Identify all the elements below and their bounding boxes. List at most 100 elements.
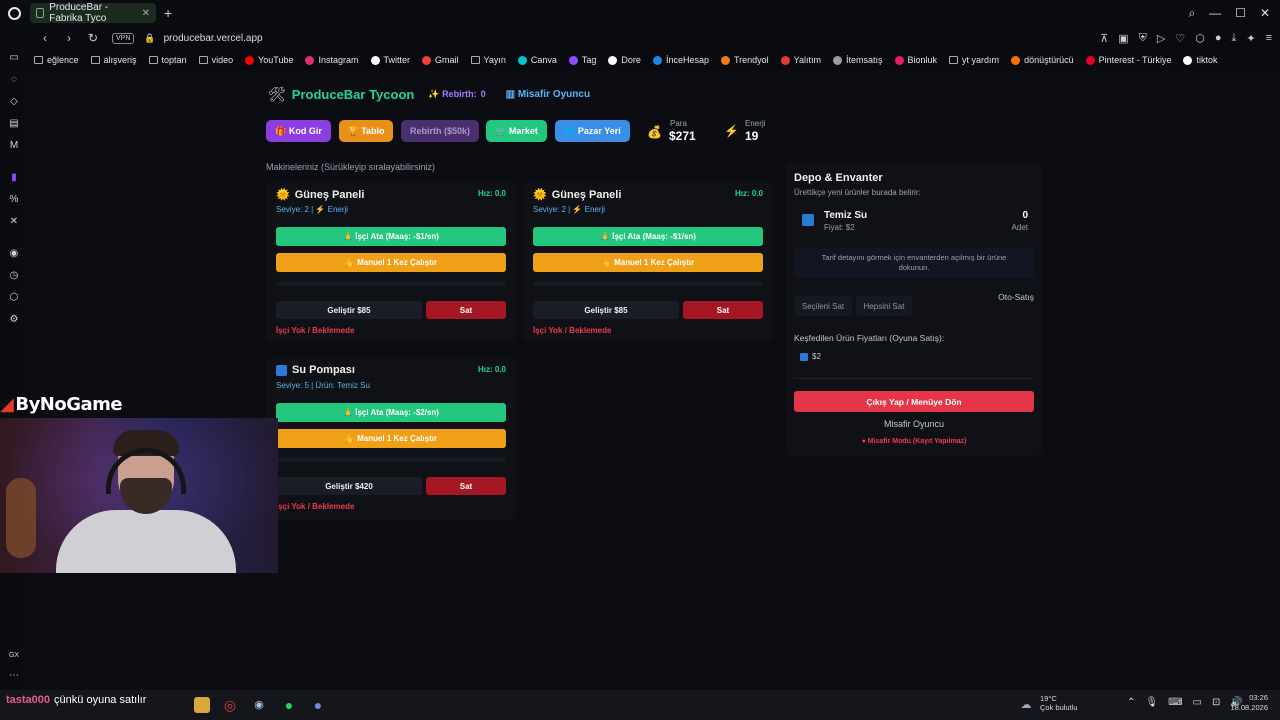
messenger-icon[interactable]: M bbox=[8, 140, 20, 152]
network-icon[interactable]: ⊡ bbox=[1212, 697, 1220, 708]
download-icon[interactable]: ⤓ bbox=[1231, 32, 1236, 45]
assign-worker-button[interactable]: 🙏 İşçi Ata (Maaş: -$1/sn) bbox=[276, 227, 506, 246]
inventory-item[interactable]: Temiz Su Fiyat: $2 0 Adet bbox=[794, 204, 1034, 238]
machine-card[interactable]: Su Pompası Hız: 0.0 Seviye: 5 | Ürün: Te… bbox=[266, 358, 516, 520]
bookmark-item[interactable]: Canva bbox=[517, 55, 557, 65]
code-button[interactable]: 🎁 Kod Gir bbox=[266, 120, 331, 142]
assign-worker-button[interactable]: 🙏 İşçi Ata (Maaş: -$1/sn) bbox=[533, 227, 763, 246]
manual-run-button[interactable]: 👆 Manuel 1 Kez Çalıştır bbox=[276, 253, 506, 272]
bookmark-item[interactable]: YouTube bbox=[245, 55, 293, 65]
bookmark-item[interactable]: Pinterest - Türkiye bbox=[1085, 55, 1171, 65]
water-pump-icon bbox=[276, 364, 287, 376]
extensions-icon[interactable]: ⬡ bbox=[1195, 32, 1205, 45]
bookmark-item[interactable]: Yayın bbox=[470, 55, 506, 65]
inventory-item-count: 0 bbox=[1022, 210, 1028, 221]
bookmark-item[interactable]: Twitter bbox=[370, 55, 410, 65]
bookmark-item[interactable]: Tag bbox=[568, 55, 596, 65]
bookmark-item[interactable]: alışveriş bbox=[90, 55, 137, 65]
file-explorer-icon[interactable] bbox=[194, 697, 210, 713]
shield-icon[interactable]: ⛨ bbox=[1139, 32, 1147, 45]
new-tab-button[interactable]: + bbox=[164, 5, 172, 21]
more-icon[interactable]: ⋯ bbox=[8, 670, 20, 682]
wallet-icon[interactable]: ▤ bbox=[8, 118, 20, 130]
bookmark-item[interactable]: toptan bbox=[148, 55, 187, 65]
microphone-icon[interactable]: 🎙 bbox=[1145, 697, 1158, 708]
steam-icon[interactable]: ◉ bbox=[251, 697, 267, 713]
bookmark-item[interactable]: Yalıtım bbox=[780, 55, 821, 65]
heart-icon[interactable]: ♡ bbox=[1175, 32, 1185, 45]
sell-button[interactable]: Sat bbox=[426, 477, 506, 495]
market-button[interactable]: 🛒 Market bbox=[486, 120, 547, 142]
player-icon[interactable]: ◉ bbox=[8, 248, 20, 260]
bookmark-item[interactable]: İtemsatış bbox=[833, 55, 883, 65]
upgrade-button[interactable]: Geliştir $420 bbox=[276, 477, 422, 495]
tray-chevron-icon[interactable]: ⌃ bbox=[1127, 697, 1135, 708]
manual-run-button[interactable]: 👆 Manuel 1 Kez Çalıştır bbox=[276, 429, 506, 448]
bookmark-label: İtemsatış bbox=[846, 55, 883, 65]
search-icon[interactable]: ⌕ bbox=[1188, 6, 1195, 21]
maximize-button[interactable]: ☐ bbox=[1235, 6, 1246, 21]
url-field[interactable]: producebar.vercel.app bbox=[164, 33, 263, 44]
history-icon[interactable]: ◷ bbox=[8, 270, 20, 282]
reload-icon[interactable]: ↻ bbox=[86, 31, 100, 45]
lock-icon[interactable]: 🔒 bbox=[144, 33, 155, 44]
sell-button[interactable]: Sat bbox=[683, 301, 763, 319]
bookmark-item[interactable]: Bionluk bbox=[894, 55, 937, 65]
auto-sell-toggle[interactable]: Oto-Satış bbox=[998, 292, 1034, 302]
sell-selected-button[interactable]: Seçileni Sat bbox=[794, 296, 852, 316]
machine-card[interactable]: 🌞 Güneş Paneli Hız: 0.0 Seviye: 2 | ⚡ Ene… bbox=[523, 182, 773, 342]
machines-label: Makineleriniz (Sürükleyip sıralayabilirs… bbox=[266, 162, 436, 172]
pin-icon[interactable]: ⊼ bbox=[1100, 32, 1108, 45]
bookmark-item[interactable]: Gmail bbox=[422, 55, 459, 65]
chat-icon[interactable]: ▭ bbox=[8, 52, 20, 64]
manual-run-button[interactable]: 👆 Manuel 1 Kez Çalıştır bbox=[533, 253, 763, 272]
bookmark-item[interactable]: tiktok bbox=[1183, 55, 1217, 65]
rebirth-button[interactable]: Rebirth ($50k) bbox=[401, 120, 479, 142]
percent-icon[interactable]: % bbox=[8, 194, 20, 206]
cube-icon[interactable]: ◇ bbox=[8, 96, 20, 108]
display-icon[interactable]: ▭ bbox=[1193, 697, 1202, 708]
minimize-button[interactable]: — bbox=[1209, 6, 1221, 21]
bookmark-item[interactable]: İnceHesap bbox=[652, 55, 709, 65]
spotify-icon[interactable]: ● bbox=[281, 697, 297, 713]
discord-icon[interactable]: ● bbox=[310, 697, 326, 713]
ai-icon[interactable]: ✦ bbox=[1246, 32, 1255, 45]
opera-logo-icon[interactable] bbox=[0, 0, 28, 26]
bookmark-item[interactable]: eğlence bbox=[34, 55, 79, 65]
vpn-badge[interactable]: VPN bbox=[112, 32, 135, 44]
forward-icon[interactable]: › bbox=[62, 31, 76, 45]
settings-icon[interactable]: ⚙ bbox=[8, 314, 20, 326]
close-window-button[interactable]: ✕ bbox=[1260, 6, 1270, 21]
bookmark-item[interactable]: Dore bbox=[608, 55, 641, 65]
profile-icon[interactable]: ● bbox=[1215, 32, 1222, 45]
logout-button[interactable]: Çıkış Yap / Menüye Dön bbox=[794, 391, 1034, 412]
aria-icon[interactable]: ◌ bbox=[8, 74, 20, 86]
system-clock[interactable]: 03:26 18.08.2026 bbox=[1228, 693, 1268, 713]
upgrade-button[interactable]: Geliştir $85 bbox=[276, 301, 422, 319]
menu-icon[interactable]: ≡ bbox=[1266, 32, 1272, 45]
bookmark-item[interactable]: dönüştürücü bbox=[1011, 55, 1074, 65]
weather-widget[interactable]: 19°C Çok bulutlu bbox=[1040, 694, 1078, 713]
twitch-icon[interactable]: ▮ bbox=[8, 172, 20, 184]
machine-card[interactable]: 🌞 Güneş Paneli Hız: 0.0 Seviye: 2 | ⚡ Ene… bbox=[266, 182, 516, 342]
sell-button[interactable]: Sat bbox=[426, 301, 506, 319]
sell-all-button[interactable]: Hepsini Sat bbox=[856, 296, 912, 316]
play-icon[interactable]: ▷ bbox=[1157, 32, 1165, 45]
assign-worker-button[interactable]: 🙏 İşçi Ata (Maaş: -$2/sn) bbox=[276, 403, 506, 422]
gx-icon[interactable]: GX bbox=[8, 650, 20, 662]
bookmark-item[interactable]: video bbox=[198, 55, 233, 65]
browser-tab[interactable]: ProduceBar - Fabrika Tyco ✕ bbox=[30, 2, 156, 24]
snapshot-icon[interactable]: ▣ bbox=[1118, 32, 1128, 45]
bookmark-item[interactable]: Instagram bbox=[305, 55, 359, 65]
back-icon[interactable]: ‹ bbox=[38, 31, 52, 45]
upgrade-button[interactable]: Geliştir $85 bbox=[533, 301, 679, 319]
table-button[interactable]: 🏆 Tablo bbox=[339, 120, 393, 142]
bookmark-item[interactable]: yt yardım bbox=[949, 55, 999, 65]
bazaar-button[interactable]: 🌐 Pazar Yeri bbox=[555, 120, 630, 142]
opera-gx-icon[interactable]: ◎ bbox=[222, 697, 238, 713]
tab-close-icon[interactable]: ✕ bbox=[142, 8, 150, 19]
bookmark-item[interactable]: Trendyol bbox=[720, 55, 769, 65]
x-social-icon[interactable]: ✕ bbox=[8, 216, 20, 228]
keyboard-icon[interactable]: ⌨ bbox=[1168, 697, 1182, 708]
extensions-sidebar-icon[interactable]: ⬡ bbox=[8, 292, 20, 304]
